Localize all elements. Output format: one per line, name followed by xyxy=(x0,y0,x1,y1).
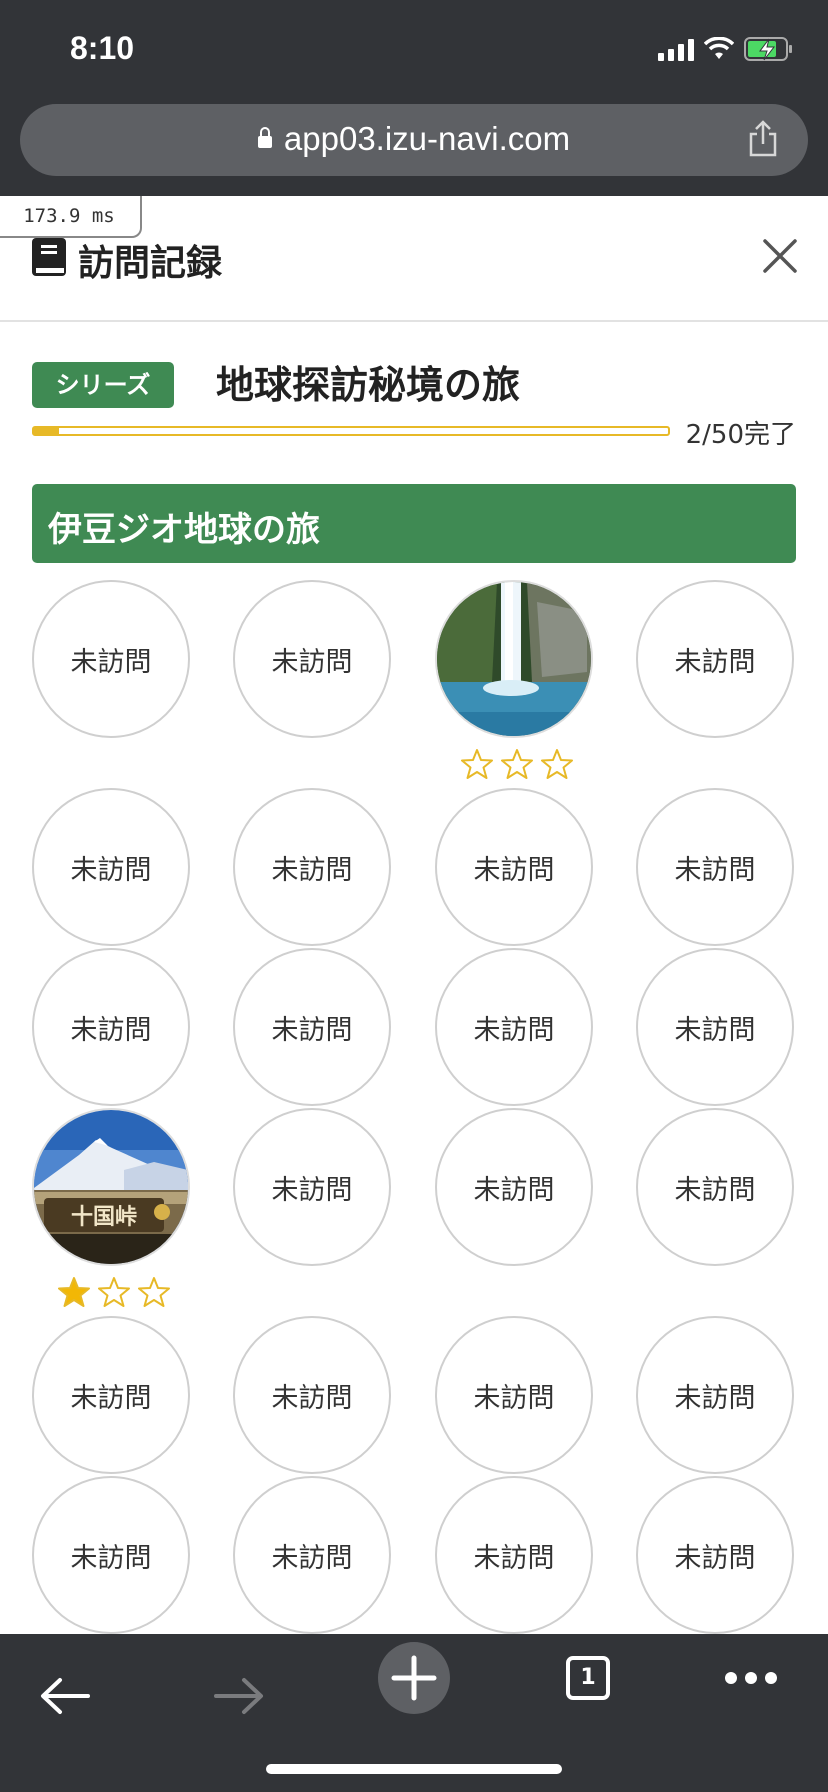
unvisited-label: 未訪問 xyxy=(70,646,152,678)
url-text: app03.izu-navi.com xyxy=(283,120,571,157)
unvisited-label: 未訪問 xyxy=(271,854,353,886)
star-outline-icon xyxy=(461,748,493,784)
unvisited-label: 未訪問 xyxy=(70,1542,152,1574)
unvisited-label: 未訪問 xyxy=(70,854,152,886)
unvisited-spot[interactable]: 未訪問 xyxy=(233,580,391,738)
star-outline-icon xyxy=(541,748,573,784)
performance-overlay: 173.9 ms xyxy=(0,196,142,238)
unvisited-spot[interactable]: 未訪問 xyxy=(435,1316,593,1474)
unvisited-spot[interactable]: 未訪問 xyxy=(233,1108,391,1266)
wifi-icon xyxy=(704,37,734,59)
browser-top-chrome: 8:10 app03.izu-navi.com xyxy=(0,0,828,196)
unvisited-label: 未訪問 xyxy=(473,1014,555,1046)
unvisited-spot[interactable]: 未訪問 xyxy=(233,1476,391,1634)
forward-arrow-icon[interactable] xyxy=(212,1676,266,1716)
tab-switcher-button[interactable]: 1 xyxy=(566,1656,610,1700)
unvisited-label: 未訪問 xyxy=(473,1174,555,1206)
unvisited-label: 未訪問 xyxy=(271,646,353,678)
star-outline-icon xyxy=(501,748,533,784)
unvisited-spot[interactable]: 未訪問 xyxy=(32,948,190,1106)
unvisited-label: 未訪問 xyxy=(674,1542,756,1574)
series-badge: シリーズ xyxy=(32,362,174,408)
unvisited-spot[interactable]: 未訪問 xyxy=(233,948,391,1106)
more-menu-icon[interactable] xyxy=(724,1670,778,1686)
unvisited-label: 未訪問 xyxy=(674,854,756,886)
unvisited-label: 未訪問 xyxy=(271,1382,353,1414)
svg-text:十国峠: 十国峠 xyxy=(71,1205,137,1230)
back-arrow-icon[interactable] xyxy=(38,1676,92,1716)
group-title: 伊豆ジオ地球の旅 xyxy=(48,510,320,550)
unvisited-label: 未訪問 xyxy=(271,1014,353,1046)
unvisited-spot[interactable]: 未訪問 xyxy=(32,788,190,946)
star-outline-icon xyxy=(98,1276,130,1312)
progress-fill xyxy=(34,428,60,434)
unvisited-spot[interactable]: 未訪問 xyxy=(636,788,794,946)
unvisited-label: 未訪問 xyxy=(473,1382,555,1414)
address-bar[interactable]: app03.izu-navi.com xyxy=(20,104,808,176)
unvisited-spot[interactable]: 未訪問 xyxy=(435,1108,593,1266)
battery-charging-icon xyxy=(744,37,792,61)
home-indicator xyxy=(266,1764,562,1774)
page-title: 訪問記録 xyxy=(78,243,223,284)
lock-icon xyxy=(257,127,272,148)
unvisited-spot[interactable]: 未訪問 xyxy=(636,1476,794,1634)
unvisited-spot[interactable]: 未訪問 xyxy=(233,788,391,946)
series-title: 地球探訪秘境の旅 xyxy=(216,363,521,407)
star-outline-icon xyxy=(138,1276,170,1312)
star-rating xyxy=(58,1276,170,1312)
waterfall-photo[interactable] xyxy=(435,580,593,738)
star-rating xyxy=(461,748,573,784)
unvisited-spot[interactable]: 未訪問 xyxy=(636,1316,794,1474)
status-icons xyxy=(658,36,794,62)
unvisited-spot[interactable]: 未訪問 xyxy=(435,788,593,946)
unvisited-label: 未訪問 xyxy=(271,1174,353,1206)
unvisited-label: 未訪問 xyxy=(674,646,756,678)
book-icon xyxy=(32,238,66,276)
group-header: 伊豆ジオ地球の旅 xyxy=(32,484,796,563)
mount-fuji-signpost-photo[interactable]: 十国峠 xyxy=(32,1108,190,1266)
unvisited-spot[interactable]: 未訪問 xyxy=(32,1476,190,1634)
unvisited-label: 未訪問 xyxy=(674,1382,756,1414)
star-filled-icon xyxy=(58,1276,90,1312)
new-tab-plus-icon[interactable] xyxy=(378,1642,450,1714)
unvisited-label: 未訪問 xyxy=(674,1014,756,1046)
unvisited-label: 未訪問 xyxy=(70,1014,152,1046)
cellular-signal-icon xyxy=(658,37,694,61)
close-icon[interactable] xyxy=(762,238,798,274)
unvisited-spot[interactable]: 未訪問 xyxy=(636,580,794,738)
unvisited-spot[interactable]: 未訪問 xyxy=(233,1316,391,1474)
status-time: 8:10 xyxy=(70,30,135,66)
series-progress-bar xyxy=(32,426,670,436)
unvisited-label: 未訪問 xyxy=(473,1542,555,1574)
unvisited-label: 未訪問 xyxy=(70,1382,152,1414)
unvisited-spot[interactable]: 未訪問 xyxy=(435,948,593,1106)
progress-text: 2/50完了 xyxy=(685,420,796,450)
unvisited-label: 未訪問 xyxy=(674,1174,756,1206)
unvisited-spot[interactable]: 未訪問 xyxy=(435,1476,593,1634)
share-icon[interactable] xyxy=(748,120,778,158)
unvisited-label: 未訪問 xyxy=(473,854,555,886)
unvisited-label: 未訪問 xyxy=(271,1542,353,1574)
unvisited-spot[interactable]: 未訪問 xyxy=(32,1316,190,1474)
unvisited-spot[interactable]: 未訪問 xyxy=(636,948,794,1106)
unvisited-spot[interactable]: 未訪問 xyxy=(32,580,190,738)
unvisited-spot[interactable]: 未訪問 xyxy=(636,1108,794,1266)
